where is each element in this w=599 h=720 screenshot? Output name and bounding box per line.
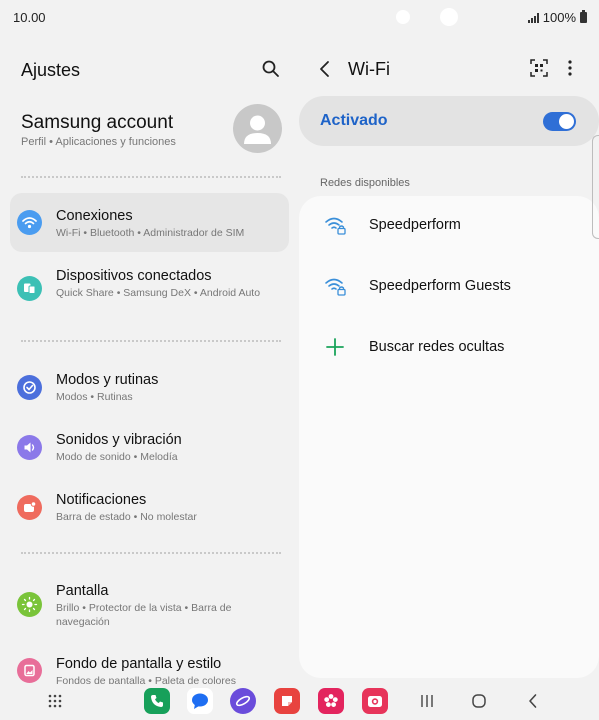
menu-item-desc: Fondos de pantalla • Paleta de colores	[56, 675, 236, 684]
menu-item-label: Conexiones	[56, 208, 133, 224]
menu-item-sonidos[interactable]: Sonidos y vibración Modo de sonido • Mel…	[10, 421, 289, 473]
notes-app-icon[interactable]	[274, 688, 300, 714]
menu-item-modos[interactable]: Modos y rutinas Modos • Rutinas	[10, 361, 289, 413]
back-nav-button[interactable]	[520, 688, 546, 714]
samsung-account[interactable]: Samsung account Perfil • Aplicaciones y …	[0, 96, 299, 176]
section-label: Redes disponibles	[320, 177, 410, 189]
menu-item-fondo[interactable]: Fondo de pantalla y estilo Fondos de pan…	[10, 646, 289, 684]
toggle-label: Activado	[320, 112, 388, 129]
qr-scan-button[interactable]	[529, 58, 549, 78]
person-icon	[244, 115, 271, 144]
menu-item-label: Pantalla	[56, 583, 109, 599]
battery-icon	[580, 10, 587, 23]
messages-app-icon[interactable]	[187, 688, 213, 714]
menu-item-desc: Barra de estado • No molestar	[56, 511, 197, 523]
wifi-lock-icon	[325, 217, 346, 235]
check-circle-icon	[17, 375, 42, 400]
wifi-lock-icon	[325, 278, 346, 296]
menu-item-desc: Wi-Fi • Bluetooth • Administrador de SIM	[56, 227, 245, 239]
menu-item-desc: Modos • Rutinas	[56, 391, 133, 403]
recents-button[interactable]	[414, 688, 440, 714]
speaker-icon	[17, 435, 42, 460]
phone-app-icon[interactable]	[144, 688, 170, 714]
menu-item-desc: Brillo • Protector de la vista • Barra d…	[56, 602, 232, 628]
devices-icon	[17, 276, 42, 301]
settings-panel: Ajustes Samsung account Perfil • Aplicac…	[0, 34, 299, 684]
menu-item-label: Notificaciones	[56, 492, 147, 508]
sun-icon	[17, 592, 42, 617]
back-nav-icon	[529, 694, 537, 708]
divider	[21, 176, 281, 178]
menu-item-desc: Modo de sonido • Melodía	[56, 451, 178, 463]
search-button[interactable]	[260, 58, 282, 80]
notification-icon	[17, 495, 42, 520]
menu-item-label: Modos y rutinas	[56, 372, 159, 388]
divider	[21, 552, 281, 554]
avatar	[233, 104, 282, 153]
menu-item-label: Dispositivos conectados	[56, 268, 212, 284]
menu-item-label: Sonidos y vibración	[56, 432, 182, 448]
apps-grid-icon	[48, 694, 62, 708]
qr-scan-icon	[530, 59, 548, 77]
camera-cutout	[396, 10, 410, 24]
more-options-button[interactable]	[563, 58, 577, 78]
plus-icon	[326, 338, 344, 356]
switch-knob	[559, 114, 574, 129]
network-name: Speedperform	[369, 217, 461, 233]
search-icon	[262, 60, 279, 77]
home-icon	[472, 694, 486, 708]
recents-icon	[421, 695, 433, 707]
networks-list: Speedperform Speedperform Guests Buscar …	[299, 196, 599, 678]
wifi-switch[interactable]	[543, 112, 576, 131]
menu-item-pantalla[interactable]: Pantalla Brillo • Protector de la vista …	[10, 572, 289, 636]
network-item[interactable]: Speedperform Guests	[299, 261, 599, 311]
home-button[interactable]	[466, 688, 492, 714]
wallpaper-icon	[17, 658, 42, 683]
signal-icon	[527, 12, 539, 23]
network-item[interactable]: Speedperform	[299, 200, 599, 250]
account-subtitle: Perfil • Aplicaciones y funciones	[21, 136, 176, 148]
menu-item-desc: Quick Share • Samsung DeX • Android Auto	[56, 287, 261, 299]
gallery-app-icon[interactable]	[318, 688, 344, 714]
account-name: Samsung account	[21, 112, 174, 133]
camera-cutout	[440, 8, 458, 26]
internet-app-icon[interactable]	[230, 688, 256, 714]
edge-panel-handle[interactable]	[592, 135, 599, 239]
menu-item-dispositivos[interactable]: Dispositivos conectados Quick Share • Sa…	[10, 256, 289, 322]
status-time: 10.00	[13, 10, 46, 25]
add-hidden-label: Buscar redes ocultas	[369, 339, 505, 355]
page-title: Wi-Fi	[348, 59, 390, 79]
battery-percent: 100%	[542, 10, 576, 25]
camera-app-icon[interactable]	[362, 688, 388, 714]
wifi-icon	[17, 210, 42, 235]
wifi-toggle-row[interactable]: Activado	[299, 96, 599, 146]
more-vertical-icon	[568, 60, 572, 76]
wifi-panel: Wi-Fi Activado Redes disponibles Speedpe…	[299, 34, 599, 684]
status-bar: 10.00 100%	[0, 0, 599, 34]
status-right: 100%	[527, 10, 587, 25]
page-title: Ajustes	[21, 60, 81, 80]
network-name: Speedperform Guests	[369, 278, 511, 294]
divider	[21, 340, 281, 342]
menu-item-notificaciones[interactable]: Notificaciones Barra de estado • No mole…	[10, 481, 289, 533]
add-hidden-network[interactable]: Buscar redes ocultas	[299, 322, 599, 372]
menu-item-label: Fondo de pantalla y estilo	[56, 656, 222, 672]
navigation-bar	[0, 684, 599, 720]
back-button[interactable]	[317, 59, 333, 79]
menu-item-conexiones[interactable]: Conexiones Wi-Fi • Bluetooth • Administr…	[10, 193, 289, 252]
apps-grid-button[interactable]	[42, 688, 68, 714]
chevron-left-icon	[320, 61, 329, 77]
